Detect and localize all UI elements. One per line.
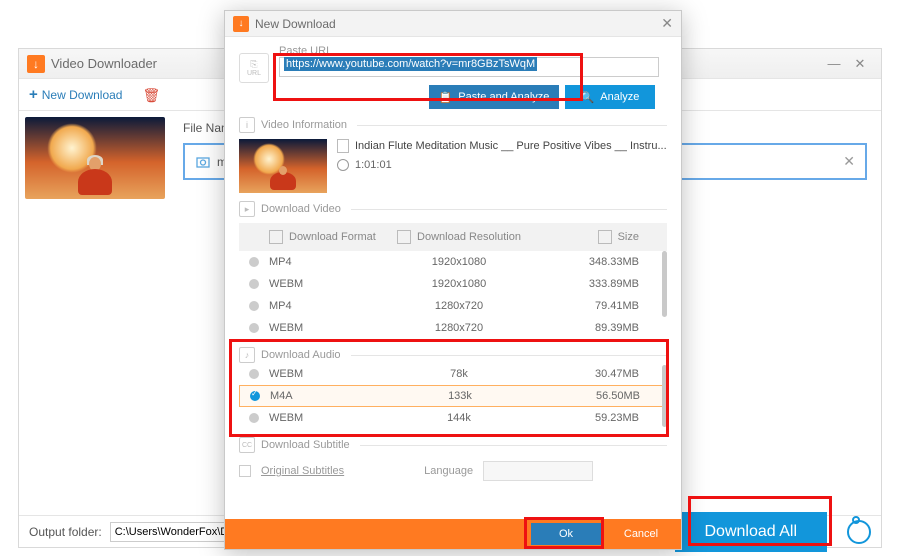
audio-icon: ♪	[239, 347, 255, 363]
scrollbar[interactable]	[662, 365, 667, 427]
clock-icon	[337, 159, 349, 171]
dialog-footer: Ok Cancel	[225, 519, 681, 549]
video-row[interactable]: MP41280x72079.41MB	[239, 295, 667, 317]
close-button[interactable]: ✕	[847, 54, 873, 74]
video-info-thumbnail	[239, 139, 327, 193]
remove-file-button[interactable]: ✕	[843, 153, 855, 170]
video-information-header: i Video Information	[239, 117, 667, 133]
dialog-logo-icon: ↓	[233, 16, 249, 32]
paste-and-analyze-button[interactable]: 📋 Paste and Analyze	[429, 85, 559, 109]
download-audio-header: ♪ Download Audio	[239, 347, 667, 363]
video-row[interactable]: WEBM1920x1080333.89MB	[239, 273, 667, 295]
dialog-close-button[interactable]: ✕	[661, 15, 673, 32]
new-download-dialog: ↓ New Download ✕ ⎘URL Paste URL https://…	[224, 10, 682, 550]
download-subtitle-header: CC Download Subtitle	[239, 437, 667, 453]
app-title: Video Downloader	[51, 56, 157, 71]
schedule-icon[interactable]	[847, 520, 871, 544]
plus-icon: +	[29, 86, 38, 103]
language-select[interactable]	[483, 461, 593, 481]
audio-row[interactable]: WEBM144k59.23MB	[239, 407, 667, 429]
url-icon: ⎘URL	[239, 53, 269, 83]
paste-url-section: ⎘URL Paste URL https://www.youtube.com/w…	[239, 45, 667, 109]
audio-rows: WEBM78k30.47MB M4A133k56.50MB WEBM144k59…	[239, 363, 667, 429]
video-thumbnail[interactable]	[25, 117, 165, 199]
size-icon	[598, 230, 612, 244]
new-download-label: New Download	[42, 88, 123, 102]
paste-url-label: Paste URL	[279, 45, 667, 57]
video-rows: MP41920x1080348.33MB WEBM1920x1080333.89…	[239, 251, 667, 339]
audio-row[interactable]: M4A133k56.50MB	[239, 385, 667, 407]
original-subtitles-checkbox[interactable]	[239, 465, 251, 477]
video-duration: 1:01:01	[355, 159, 392, 171]
document-icon	[337, 139, 349, 153]
video-table-header: Download Format Download Resolution Size	[239, 223, 667, 251]
download-all-button[interactable]: Download All	[675, 512, 828, 552]
output-folder-label: Output folder:	[29, 525, 102, 539]
subtitle-row: Original Subtitles Language	[239, 461, 667, 481]
video-row[interactable]: MP41920x1080348.33MB	[239, 251, 667, 273]
analyze-button[interactable]: 🔍 Analyze	[565, 85, 655, 109]
original-subtitles-label: Original Subtitles	[261, 465, 344, 477]
info-icon: i	[239, 117, 255, 133]
download-video-header: ▸ Download Video	[239, 201, 667, 217]
resolution-icon	[397, 230, 411, 244]
thumbnail-column	[19, 111, 169, 515]
minimize-button[interactable]: —	[821, 54, 847, 74]
delete-button[interactable]: 🗑	[142, 87, 158, 103]
url-input[interactable]: https://www.youtube.com/watch?v=mr8GBzTs…	[279, 57, 659, 77]
dialog-titlebar: ↓ New Download ✕	[225, 11, 681, 37]
ok-button[interactable]: Ok	[531, 523, 601, 545]
paste-icon: 📋	[439, 91, 453, 104]
format-icon	[269, 230, 283, 244]
language-label: Language	[424, 465, 473, 477]
audio-row[interactable]: WEBM78k30.47MB	[239, 363, 667, 385]
video-icon: ▸	[239, 201, 255, 217]
new-download-button[interactable]: + New Download	[29, 86, 122, 103]
video-info: Indian Flute Meditation Music __ Pure Po…	[239, 139, 667, 193]
cancel-button[interactable]: Cancel	[601, 519, 681, 549]
cc-icon: CC	[239, 437, 255, 453]
search-icon: 🔍	[581, 91, 595, 104]
dialog-title: New Download	[255, 17, 336, 31]
video-row[interactable]: WEBM1280x72089.39MB	[239, 317, 667, 339]
camera-icon	[195, 154, 211, 170]
app-logo-icon: ↓	[27, 55, 45, 73]
scrollbar[interactable]	[662, 251, 667, 317]
video-title: Indian Flute Meditation Music __ Pure Po…	[355, 140, 667, 152]
